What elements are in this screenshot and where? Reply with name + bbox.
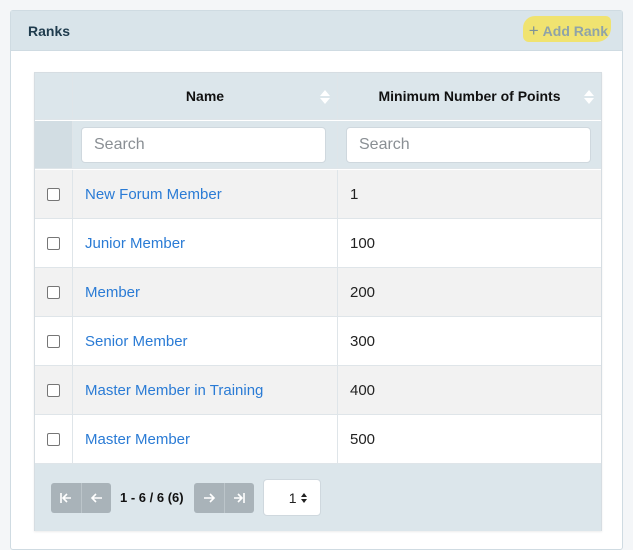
- rank-name-link[interactable]: Junior Member: [85, 235, 185, 252]
- rank-name-link[interactable]: Senior Member: [85, 333, 188, 350]
- column-header-name[interactable]: Name: [73, 73, 338, 119]
- row-checkbox[interactable]: [47, 285, 60, 299]
- table-row: Master Member in Training 400: [35, 366, 601, 415]
- sort-icon[interactable]: [319, 89, 331, 105]
- table-header-row: Name Minimum Number of Points: [35, 73, 601, 120]
- last-page-button[interactable]: [223, 482, 254, 513]
- first-page-button[interactable]: [51, 482, 81, 513]
- points-cell: 200: [350, 283, 376, 301]
- sort-icon[interactable]: [583, 89, 595, 105]
- first-page-icon: [60, 492, 71, 503]
- page-select-value: 1: [288, 489, 297, 506]
- rank-name-link[interactable]: Master Member in Training: [85, 382, 263, 399]
- select-cell: [35, 415, 73, 463]
- select-cell: [35, 170, 73, 218]
- row-checkbox[interactable]: [47, 383, 60, 397]
- points-cell: 500: [350, 430, 376, 448]
- select-cell: [35, 219, 73, 267]
- pagination-info: 1 - 6 / 6 (6): [120, 490, 184, 505]
- last-page-icon: [234, 492, 245, 503]
- name-cell: Member: [73, 268, 338, 316]
- name-cell: Master Member: [73, 415, 338, 463]
- filter-cell-points: [338, 121, 601, 168]
- points-cell: 400: [350, 381, 376, 399]
- filter-spacer: [35, 121, 73, 168]
- points-cell: 300: [350, 332, 376, 350]
- panel-header: Ranks + Add Rank: [11, 11, 622, 51]
- pagination-bar: 1 - 6 / 6 (6) 1: [35, 464, 601, 531]
- add-rank-button[interactable]: + Add Rank: [522, 15, 611, 42]
- row-checkbox[interactable]: [47, 187, 60, 201]
- table-row: Master Member 500: [35, 415, 601, 464]
- select-cell: [35, 268, 73, 316]
- arrow-left-icon: [90, 492, 102, 503]
- page-select[interactable]: 1: [262, 479, 321, 516]
- next-page-button[interactable]: [193, 482, 224, 513]
- row-checkbox[interactable]: [47, 334, 60, 348]
- table-row: Senior Member 300: [35, 317, 601, 366]
- header-select-cell: [35, 73, 73, 119]
- row-checkbox[interactable]: [47, 236, 60, 250]
- points-cell: 100: [350, 234, 376, 252]
- points-search-input[interactable]: [346, 126, 591, 163]
- add-rank-label: Add Rank: [542, 22, 608, 39]
- table-row: Member 200: [35, 268, 601, 317]
- rank-name-link[interactable]: Master Member: [85, 431, 190, 448]
- column-header-label: Name: [185, 88, 225, 104]
- points-cell: 1: [350, 185, 359, 203]
- previous-page-button[interactable]: [81, 482, 111, 513]
- name-cell: New Forum Member: [73, 170, 338, 218]
- select-arrows-icon: [300, 492, 307, 503]
- column-header-points[interactable]: Minimum Number of Points: [338, 73, 601, 119]
- name-cell: Junior Member: [73, 219, 338, 267]
- name-cell: Senior Member: [73, 317, 338, 365]
- panel-title: Ranks: [28, 22, 71, 39]
- table-row: Junior Member 100: [35, 219, 601, 268]
- table-row: New Forum Member 1: [35, 170, 601, 219]
- ranks-table: Name Minimum Number of Points Search Sea…: [34, 72, 602, 531]
- row-checkbox[interactable]: [47, 432, 60, 446]
- name-cell: Master Member in Training: [73, 366, 338, 414]
- ranks-panel: Ranks + Add Rank Name Minimum Number of …: [10, 10, 623, 550]
- rank-name-link[interactable]: Member: [85, 284, 140, 301]
- name-search-input[interactable]: [81, 126, 326, 163]
- filter-row: [35, 121, 601, 169]
- arrow-right-icon: [203, 492, 215, 503]
- column-header-label: Minimum Number of Points: [378, 88, 561, 104]
- filter-cell-name: [73, 121, 338, 168]
- rank-name-link[interactable]: New Forum Member: [85, 186, 222, 203]
- select-cell: [35, 366, 73, 414]
- plus-icon: +: [528, 20, 539, 40]
- select-cell: [35, 317, 73, 365]
